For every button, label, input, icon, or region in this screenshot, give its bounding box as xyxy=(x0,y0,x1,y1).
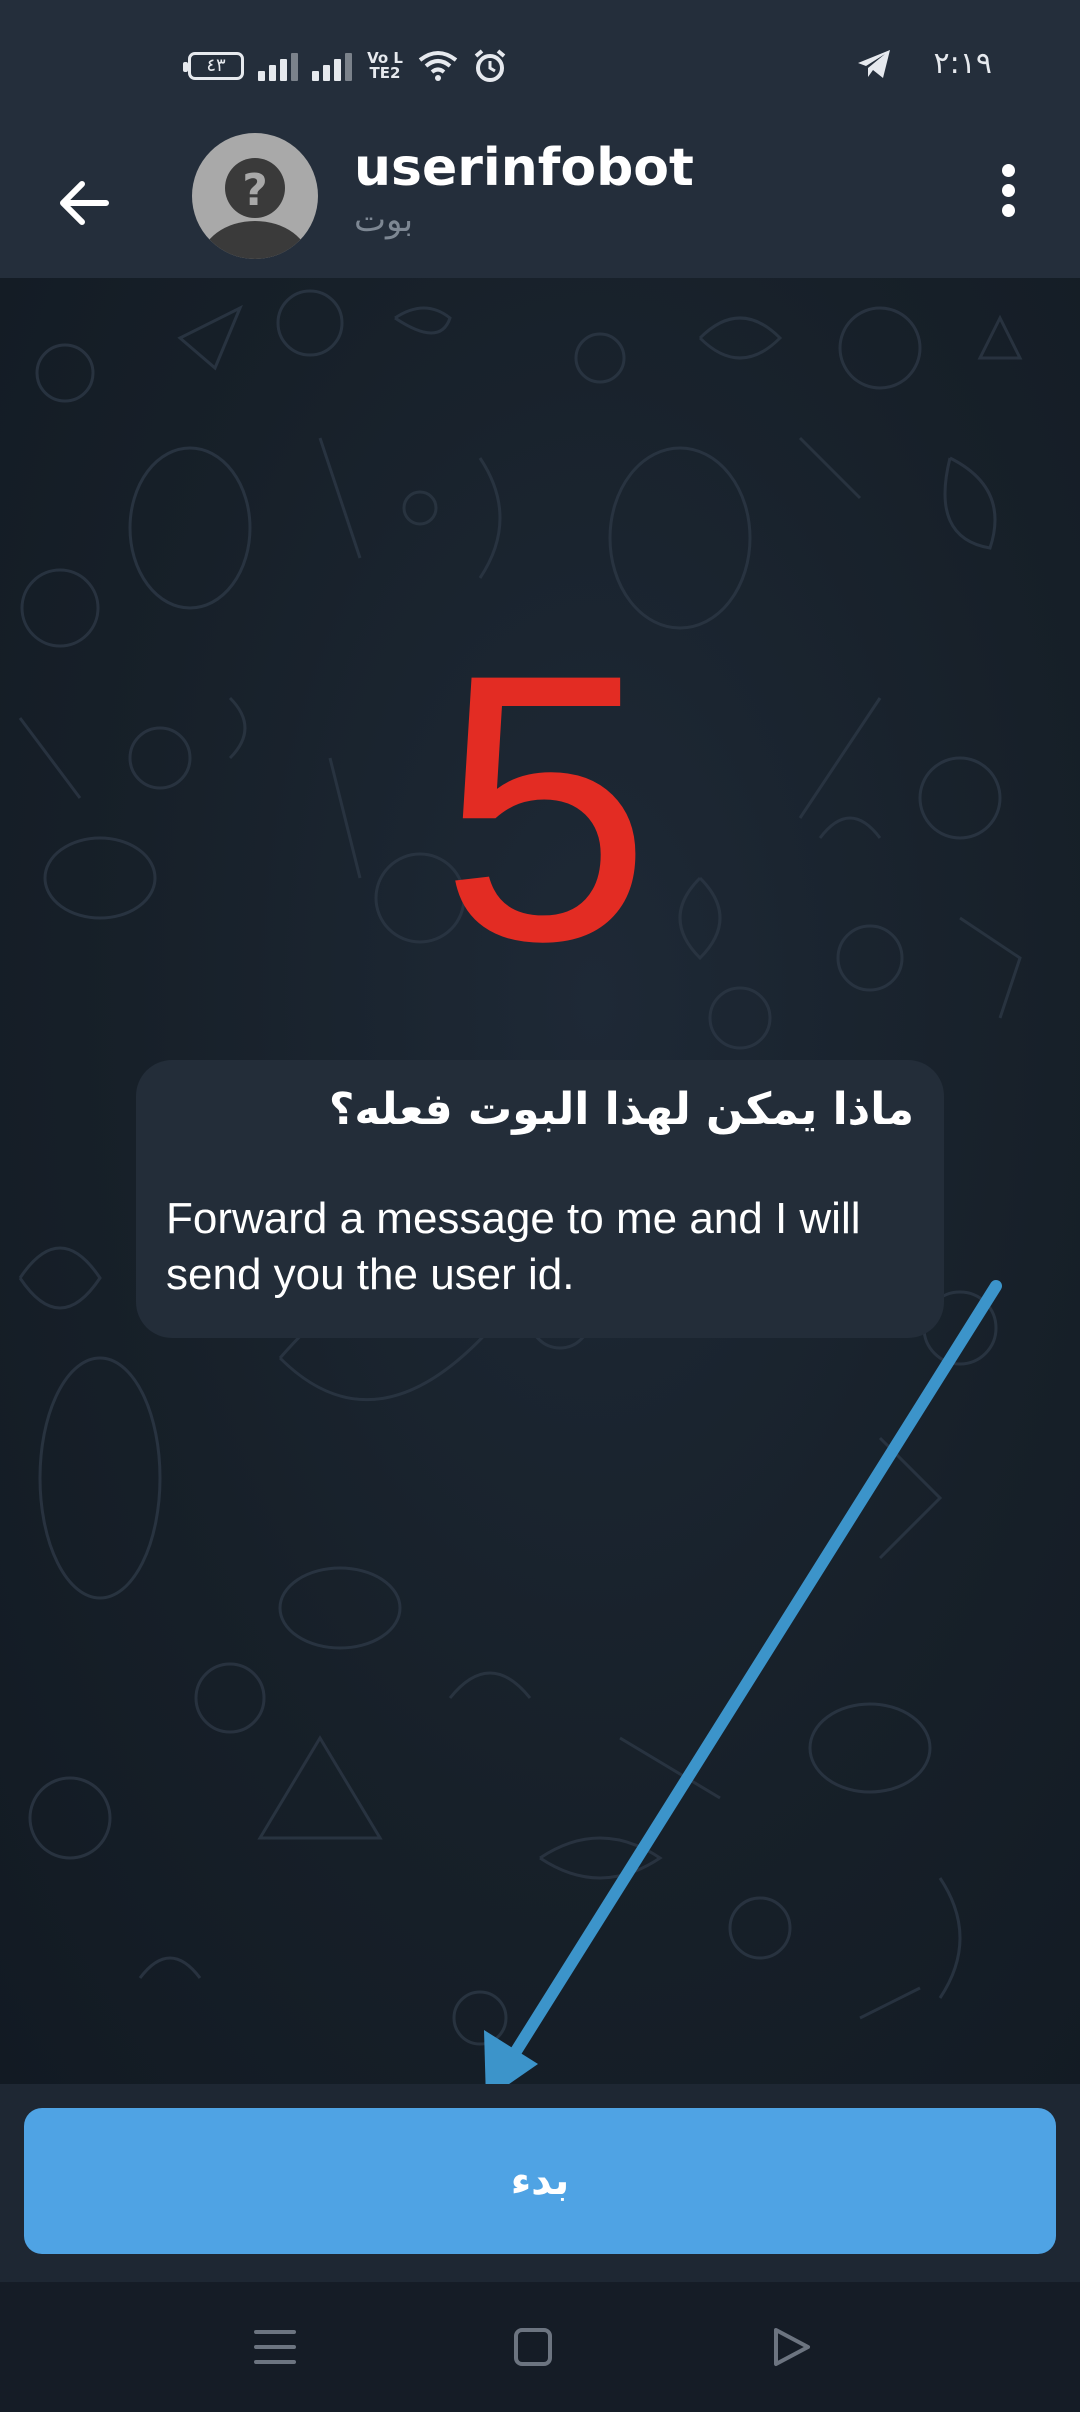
chat-area: 5 ماذا يمكن لهذا البوت فعله؟ Forward a m… xyxy=(0,278,1080,2084)
battery-level: ٤٣ xyxy=(206,55,226,76)
signal-icon xyxy=(258,51,298,81)
clock: ٢:١٩ xyxy=(933,46,992,81)
telegram-icon xyxy=(857,49,890,78)
bot-description-bubble: ماذا يمكن لهذا البوت فعله؟ Forward a mes… xyxy=(136,1060,944,1338)
svg-text:?: ? xyxy=(242,165,268,216)
menu-icon[interactable] xyxy=(250,2322,300,2372)
status-icons-right: ٢:١٩ xyxy=(856,46,992,81)
volte-icon: Vo LTE2 xyxy=(366,51,404,81)
start-button[interactable]: بدء xyxy=(24,2108,1056,2254)
wifi-icon xyxy=(418,51,458,81)
annotation-step-number: 5 xyxy=(440,595,652,1020)
signal-icon-2 xyxy=(312,51,352,81)
back-arrow-icon[interactable] xyxy=(50,168,120,238)
home-square-icon[interactable] xyxy=(508,2322,558,2372)
more-vertical-icon[interactable] xyxy=(990,158,1026,226)
battery-icon: ٤٣ xyxy=(183,52,244,80)
status-bar: ٤٣ Vo LTE2 ٢:١٩ xyxy=(0,0,1080,138)
volte-label: Vo LTE2 xyxy=(367,49,403,82)
bottom-panel: بدء xyxy=(0,2084,1080,2282)
system-nav-bar xyxy=(0,2282,1080,2412)
back-triangle-icon[interactable] xyxy=(766,2322,816,2372)
alarm-icon xyxy=(474,49,506,82)
bubble-text: Forward a message to me and I will send … xyxy=(166,1194,861,1299)
avatar[interactable]: ? xyxy=(192,133,318,259)
status-icons-left: ٤٣ Vo LTE2 xyxy=(183,48,508,84)
bubble-title: ماذا يمكن لهذا البوت فعله؟ xyxy=(328,1084,914,1135)
chat-subtitle: بوت xyxy=(354,200,414,240)
default-user-icon: ? xyxy=(201,158,309,259)
chat-title[interactable]: userinfobot xyxy=(354,138,694,198)
